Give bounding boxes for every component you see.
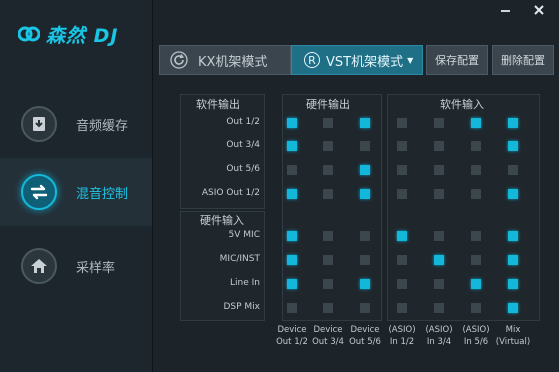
download-icon	[21, 106, 57, 142]
routing-toggle[interactable]	[508, 141, 518, 151]
delete-config-button[interactable]: 删除配置	[492, 45, 554, 75]
routing-toggle[interactable]	[360, 141, 370, 151]
routing-toggle[interactable]	[397, 279, 407, 289]
routing-toggle[interactable]	[360, 303, 370, 313]
routing-toggle[interactable]	[287, 165, 297, 175]
routing-toggle[interactable]	[323, 303, 333, 313]
tab-vst-mode[interactable]: R VST机架模式 ▼	[291, 45, 423, 75]
swap-arrows-icon	[21, 174, 57, 210]
row-label: Line In	[230, 278, 260, 288]
routing-toggle[interactable]	[397, 189, 407, 199]
routing-toggle[interactable]	[397, 165, 407, 175]
routing-toggle[interactable]	[323, 141, 333, 151]
column-label: Mix (Virtual)	[495, 325, 531, 347]
routing-toggle[interactable]	[360, 279, 370, 289]
routing-toggle[interactable]	[508, 165, 518, 175]
routing-toggle[interactable]	[323, 189, 333, 199]
routing-toggle[interactable]	[323, 118, 333, 128]
section-title-hardware-input: 硬件输入	[200, 214, 244, 227]
close-button[interactable]	[531, 4, 547, 16]
sidebar-item-audio-buffer[interactable]: 音频缓存	[0, 90, 152, 158]
row-label: ASIO Out 1/2	[201, 188, 260, 198]
routing-toggle[interactable]	[471, 141, 481, 151]
routing-toggle[interactable]	[471, 189, 481, 199]
routing-toggle[interactable]	[287, 189, 297, 199]
home-icon	[21, 248, 57, 284]
routing-toggle[interactable]	[287, 231, 297, 241]
minimize-button[interactable]	[498, 4, 514, 16]
sidebar: 森然 DJ 音频缓存 混音控制 采样率	[0, 0, 153, 372]
routing-toggle[interactable]	[287, 303, 297, 313]
row-label: Out 5/6	[226, 164, 260, 174]
routing-toggle[interactable]	[471, 255, 481, 265]
row-label: Out 1/2	[226, 117, 260, 127]
minimize-icon	[501, 10, 510, 12]
routing-toggle[interactable]	[508, 303, 518, 313]
routing-toggle[interactable]	[508, 118, 518, 128]
routing-toggle[interactable]	[434, 165, 444, 175]
section-title-software-input: 软件输入	[440, 98, 484, 111]
routing-toggle[interactable]	[287, 255, 297, 265]
section-title-hardware-output: 硬件输出	[306, 98, 350, 111]
routing-toggle[interactable]	[323, 255, 333, 265]
row-label: DSP Mix	[223, 302, 260, 312]
sidebar-item-label: 混音控制	[76, 186, 129, 202]
routing-toggle[interactable]	[360, 231, 370, 241]
routing-toggle[interactable]	[323, 279, 333, 289]
logo-text: 森然 DJ	[46, 24, 119, 47]
routing-toggle[interactable]	[471, 303, 481, 313]
routing-toggle[interactable]	[434, 231, 444, 241]
routing-toggle[interactable]	[434, 118, 444, 128]
routing-toggle[interactable]	[323, 231, 333, 241]
routing-toggle[interactable]	[434, 303, 444, 313]
routing-toggle[interactable]	[360, 165, 370, 175]
routing-toggle[interactable]	[471, 231, 481, 241]
save-config-button[interactable]: 保存配置	[426, 45, 488, 75]
logo-icon	[18, 26, 40, 42]
routing-toggle[interactable]	[434, 255, 444, 265]
refresh-icon	[170, 51, 188, 69]
routing-toggle[interactable]	[471, 118, 481, 128]
routing-toggle[interactable]	[397, 231, 407, 241]
routing-toggle[interactable]	[397, 118, 407, 128]
sidebar-item-mix-control[interactable]: 混音控制	[0, 158, 152, 226]
tab-label: KX机架模式	[198, 54, 268, 70]
row-label: 5V MIC	[228, 230, 260, 240]
section-title-software-output: 软件输出	[196, 98, 240, 111]
row-label: Out 3/4	[226, 140, 260, 150]
routing-toggle[interactable]	[471, 279, 481, 289]
routing-toggle[interactable]	[287, 118, 297, 128]
routing-toggle[interactable]	[287, 279, 297, 289]
routing-toggle[interactable]	[397, 141, 407, 151]
routing-toggle[interactable]	[360, 255, 370, 265]
tab-label: VST机架模式	[326, 54, 404, 70]
sidebar-item-label: 采样率	[76, 260, 116, 276]
routing-toggle[interactable]	[471, 165, 481, 175]
routing-toggle[interactable]	[434, 279, 444, 289]
routing-toggle[interactable]	[434, 189, 444, 199]
sidebar-item-sample-rate[interactable]: 采样率	[0, 232, 152, 300]
tab-bar: KX机架模式 R VST机架模式 ▼ 保存配置 删除配置	[159, 45, 554, 75]
routing-toggle[interactable]	[360, 189, 370, 199]
close-icon	[534, 5, 544, 15]
routing-toggle[interactable]	[397, 303, 407, 313]
r-badge-icon: R	[304, 52, 320, 68]
routing-toggle[interactable]	[323, 165, 333, 175]
sidebar-item-label: 音频缓存	[76, 118, 129, 134]
routing-toggle[interactable]	[508, 255, 518, 265]
routing-toggle[interactable]	[360, 118, 370, 128]
routing-toggle[interactable]	[508, 279, 518, 289]
routing-toggle[interactable]	[287, 141, 297, 151]
routing-toggle[interactable]	[434, 141, 444, 151]
tab-kx-mode[interactable]: KX机架模式	[159, 45, 291, 75]
routing-toggle[interactable]	[508, 189, 518, 199]
app-logo: 森然 DJ	[18, 20, 118, 48]
chevron-down-icon: ▼	[407, 55, 414, 65]
routing-toggle[interactable]	[508, 231, 518, 241]
routing-toggle[interactable]	[397, 255, 407, 265]
row-label: MIC/INST	[219, 254, 260, 264]
